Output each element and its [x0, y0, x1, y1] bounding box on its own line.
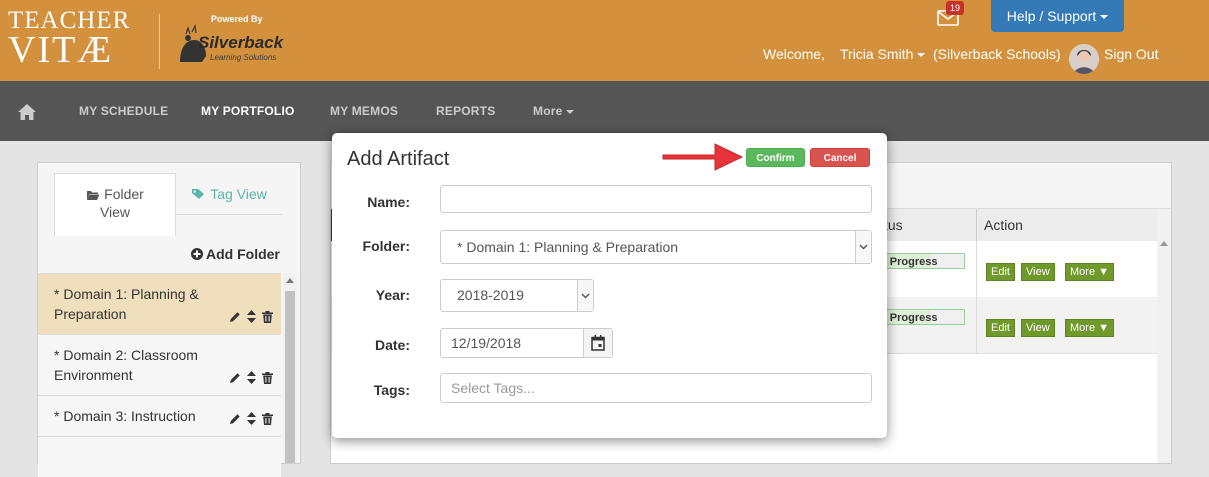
tag-icon [192, 189, 205, 199]
nav-my-schedule[interactable]: MY SCHEDULE [79, 104, 168, 118]
help-support-button[interactable]: Help / Support [991, 0, 1124, 32]
view-button[interactable]: View [1021, 319, 1055, 337]
edit-button[interactable]: Edit [986, 263, 1015, 281]
sort-arrows-icon[interactable] [247, 371, 256, 384]
cancel-button[interactable]: Cancel [810, 148, 870, 167]
table-scrollbar[interactable] [1157, 209, 1171, 463]
dialog-title: Add Artifact [347, 148, 450, 170]
add-folder-button[interactable]: Add Folder [191, 246, 280, 262]
pencil-icon[interactable] [229, 413, 241, 425]
column-action: Action [984, 217, 1023, 233]
sign-out-link[interactable]: Sign Out [1104, 46, 1158, 62]
welcome-text: Welcome, [763, 46, 825, 62]
name-label: Name: [367, 194, 410, 210]
user-photo-icon [1069, 44, 1099, 74]
app-header: TEACHER VITÆ Powered By Silverback Learn… [0, 0, 1209, 81]
pencil-icon[interactable] [229, 372, 241, 384]
pencil-icon[interactable] [229, 311, 241, 323]
folder-panel: Folder View Tag View Add Folder * Domain… [37, 162, 301, 477]
powered-by-text: Powered By [211, 14, 263, 24]
chevron-down-icon [859, 244, 868, 250]
scroll-up-icon[interactable] [1160, 241, 1168, 246]
nav-reports[interactable]: REPORTS [436, 104, 495, 118]
folder-open-icon [87, 191, 100, 200]
caret-down-icon [566, 109, 575, 114]
trash-icon[interactable] [262, 310, 273, 323]
folder-item[interactable] [38, 436, 281, 477]
folder-item[interactable]: * Domain 2: Classroom Environment [38, 334, 281, 395]
folder-item[interactable]: * Domain 1: Planning & Preparation [38, 273, 281, 334]
scroll-up-icon[interactable] [286, 278, 294, 283]
partner-name: Silverback [198, 33, 284, 52]
folder-label: Folder: [362, 238, 410, 254]
tab-tag-view[interactable]: Tag View [175, 173, 283, 213]
user-menu[interactable]: Tricia Smith [840, 46, 926, 62]
edit-button[interactable]: Edit [986, 319, 1015, 337]
trash-icon[interactable] [262, 371, 273, 384]
plus-circle-icon [191, 248, 203, 260]
calendar-icon [591, 335, 605, 351]
nav-more[interactable]: More [533, 104, 575, 118]
main-nav: MY SCHEDULE MY PORTFOLIO MY MEMOS REPORT… [0, 81, 1209, 141]
partner-subtitle: Learning Solutions [210, 53, 277, 62]
folder-select[interactable]: * Domain 1: Planning & Preparation [440, 230, 872, 264]
sort-arrows-icon[interactable] [247, 310, 256, 323]
mail-count-badge: 19 [946, 1, 964, 15]
tags-label: Tags: [373, 382, 410, 398]
folder-item[interactable]: * Domain 3: Instruction [38, 395, 281, 436]
year-select[interactable]: 2018-2019 [440, 279, 594, 312]
teacher-vitae-logo[interactable]: TEACHER VITÆ [8, 8, 130, 69]
date-input[interactable]: 12/19/2018 [440, 328, 613, 358]
chevron-down-icon [581, 293, 590, 298]
tab-folder-view[interactable]: Folder View [54, 173, 176, 236]
school-name: (Silverback Schools) [933, 46, 1061, 62]
more-button[interactable]: More ▼ [1065, 319, 1115, 337]
nav-my-memos[interactable]: MY MEMOS [330, 104, 398, 118]
date-label: Date: [374, 337, 410, 353]
trash-icon[interactable] [262, 412, 273, 425]
caret-down-icon [1100, 15, 1109, 20]
caret-down-icon [917, 53, 926, 58]
confirm-button[interactable]: Confirm [746, 148, 805, 167]
date-picker-button[interactable] [583, 329, 612, 357]
year-label: Year: [375, 287, 410, 303]
name-input[interactable] [440, 185, 872, 213]
nav-my-portfolio[interactable]: MY PORTFOLIO [201, 104, 295, 118]
sort-arrows-icon[interactable] [247, 412, 256, 425]
folder-list: * Domain 1: Planning & Preparation * Dom… [38, 273, 281, 477]
folder-scrollbar-thumb[interactable] [285, 291, 295, 463]
home-icon[interactable] [17, 103, 37, 121]
logo-divider [159, 14, 160, 69]
red-arrow-icon [662, 143, 744, 171]
add-artifact-dialog: Add Artifact Confirm Cancel Name: Folder… [332, 133, 887, 438]
more-button[interactable]: More ▼ [1065, 263, 1115, 281]
avatar[interactable] [1069, 44, 1099, 74]
view-button[interactable]: View [1021, 263, 1055, 281]
tab-divider [175, 214, 283, 215]
tags-input[interactable]: Select Tags... [440, 373, 872, 403]
